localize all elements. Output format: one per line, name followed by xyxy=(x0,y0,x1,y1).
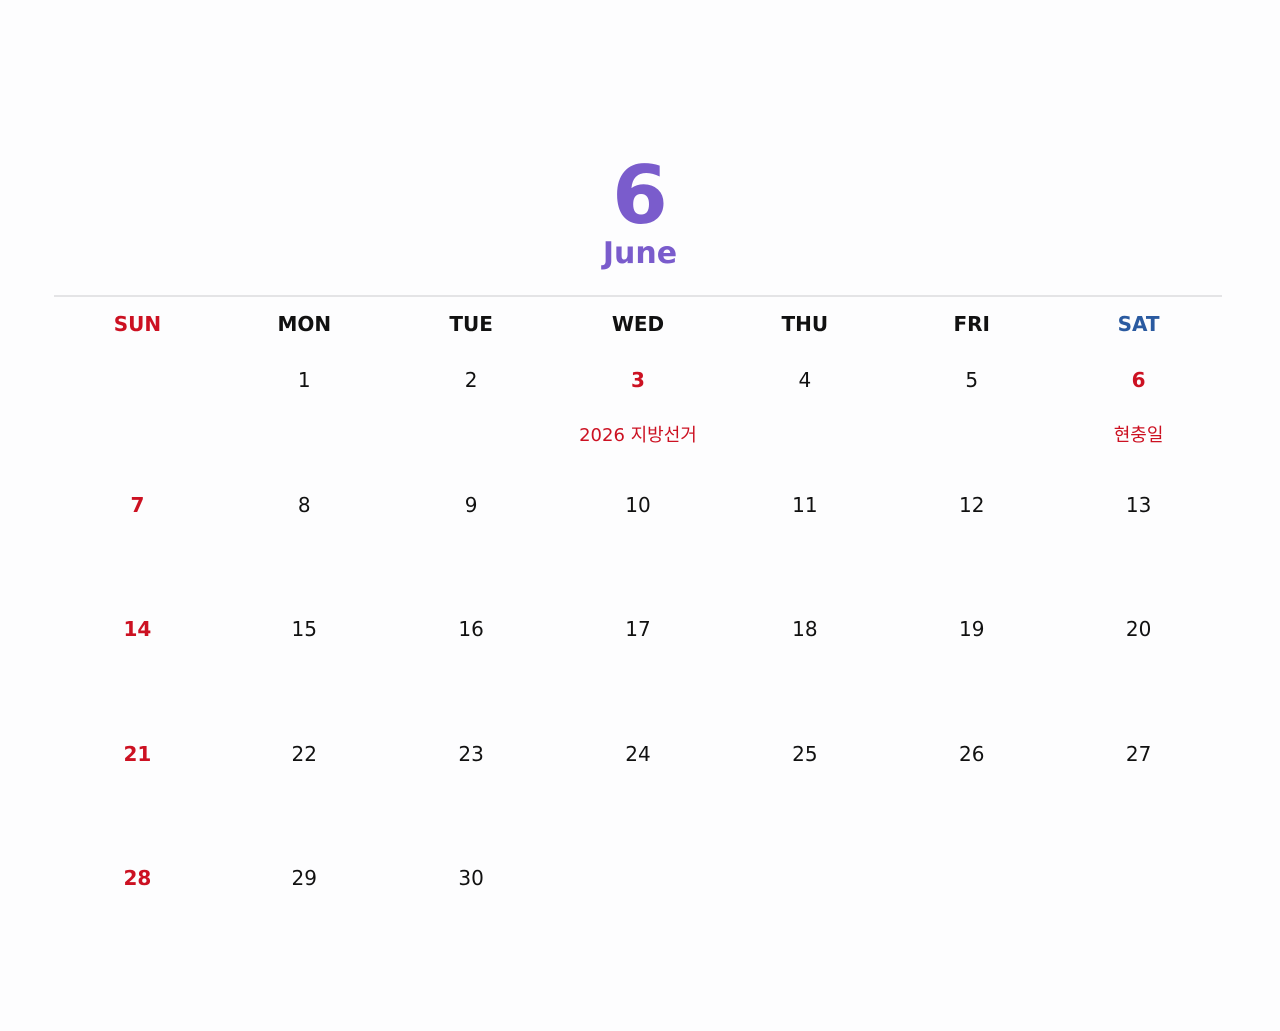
weekday-fri: FRI xyxy=(953,312,990,336)
day-number: 13 xyxy=(1125,492,1152,517)
day-number: 18 xyxy=(792,617,818,642)
weekday-sat: SAT xyxy=(1117,312,1160,336)
empty-day-cell xyxy=(54,362,221,487)
day-cell[interactable]: 30 xyxy=(388,860,555,985)
day-cell[interactable]: 10 xyxy=(555,487,722,612)
day-number: 11 xyxy=(792,492,818,517)
day-number: 28 xyxy=(123,866,152,891)
day-cell[interactable]: 7 xyxy=(54,487,221,612)
day-event-label: 2026 지방선거 xyxy=(579,425,697,446)
day-cell[interactable]: 29 xyxy=(221,860,388,985)
day-cell[interactable]: 23 xyxy=(388,736,555,861)
day-cell[interactable]: 8 xyxy=(221,487,388,612)
header-divider xyxy=(54,295,1222,297)
day-cell[interactable]: 4 xyxy=(721,362,888,487)
weekday-sun: SUN xyxy=(113,312,162,336)
day-cell[interactable]: 1 xyxy=(221,362,388,487)
day-number: 19 xyxy=(958,617,985,642)
day-cell[interactable]: 15 xyxy=(221,611,388,736)
day-number: 14 xyxy=(123,617,152,642)
day-cell[interactable]: 5 xyxy=(888,362,1055,487)
day-number: 15 xyxy=(291,617,317,642)
weekday-mon: MON xyxy=(277,312,332,336)
day-cell[interactable]: 25 xyxy=(721,736,888,861)
day-number: 30 xyxy=(458,866,484,891)
day-cell[interactable]: 9 xyxy=(388,487,555,612)
day-cell[interactable]: 20 xyxy=(1055,611,1222,736)
day-cell[interactable]: 17 xyxy=(555,611,722,736)
day-cell[interactable]: 16 xyxy=(388,611,555,736)
month-name: June xyxy=(602,236,678,271)
day-number: 5 xyxy=(965,368,979,392)
day-number: 21 xyxy=(123,741,152,766)
day-cell[interactable]: 2 xyxy=(388,362,555,487)
day-cell[interactable]: 28 xyxy=(54,860,221,985)
day-number: 1 xyxy=(297,368,311,392)
day-number: 23 xyxy=(458,741,484,766)
day-number: 6 xyxy=(1131,368,1146,392)
calendar-grid: 1 2 3 2026 지방선거 4 5 6 현충일 7 8 9 10 11 12 13 14 15 16 17 18 1… xyxy=(54,362,1222,985)
day-cell[interactable]: 24 xyxy=(555,736,722,861)
day-number: 17 xyxy=(625,617,651,642)
day-number: 20 xyxy=(1125,617,1152,642)
empty-day-cell xyxy=(721,860,888,985)
day-cell[interactable]: 12 xyxy=(888,487,1055,612)
day-cell[interactable]: 13 xyxy=(1055,487,1222,612)
weekday-header-row: SUN MON TUE WED THU FRI SAT xyxy=(54,310,1222,338)
day-number: 2 xyxy=(464,368,478,392)
weekday-wed: WED xyxy=(611,312,665,336)
empty-day-cell xyxy=(1055,860,1222,985)
empty-day-cell xyxy=(555,860,722,985)
day-cell[interactable]: 19 xyxy=(888,611,1055,736)
day-number: 16 xyxy=(458,617,484,642)
day-number: 7 xyxy=(130,492,145,517)
day-number: 27 xyxy=(1125,741,1152,766)
day-number: 22 xyxy=(291,741,317,766)
month-number: 6 xyxy=(612,149,668,242)
day-number: 24 xyxy=(625,741,651,766)
day-number: 25 xyxy=(792,741,818,766)
day-cell[interactable]: 22 xyxy=(221,736,388,861)
empty-day-cell xyxy=(888,860,1055,985)
day-cell[interactable]: 11 xyxy=(721,487,888,612)
day-event-label: 현충일 xyxy=(1113,425,1164,446)
day-number: 10 xyxy=(625,492,651,517)
day-cell[interactable]: 6 현충일 xyxy=(1055,362,1222,487)
day-cell[interactable]: 18 xyxy=(721,611,888,736)
day-cell[interactable]: 3 2026 지방선거 xyxy=(555,362,722,487)
day-number: 29 xyxy=(291,866,317,891)
day-number: 26 xyxy=(958,741,985,766)
weekday-thu: THU xyxy=(781,312,829,336)
day-number: 12 xyxy=(958,492,985,517)
month-header: 6 June xyxy=(0,150,1280,272)
day-cell[interactable]: 27 xyxy=(1055,736,1222,861)
day-cell[interactable]: 21 xyxy=(54,736,221,861)
day-number: 8 xyxy=(297,492,311,517)
day-cell[interactable]: 26 xyxy=(888,736,1055,861)
day-number: 9 xyxy=(464,492,478,517)
day-number: 4 xyxy=(798,368,812,392)
day-cell[interactable]: 14 xyxy=(54,611,221,736)
day-number: 3 xyxy=(631,368,645,392)
weekday-tue: TUE xyxy=(449,312,493,336)
